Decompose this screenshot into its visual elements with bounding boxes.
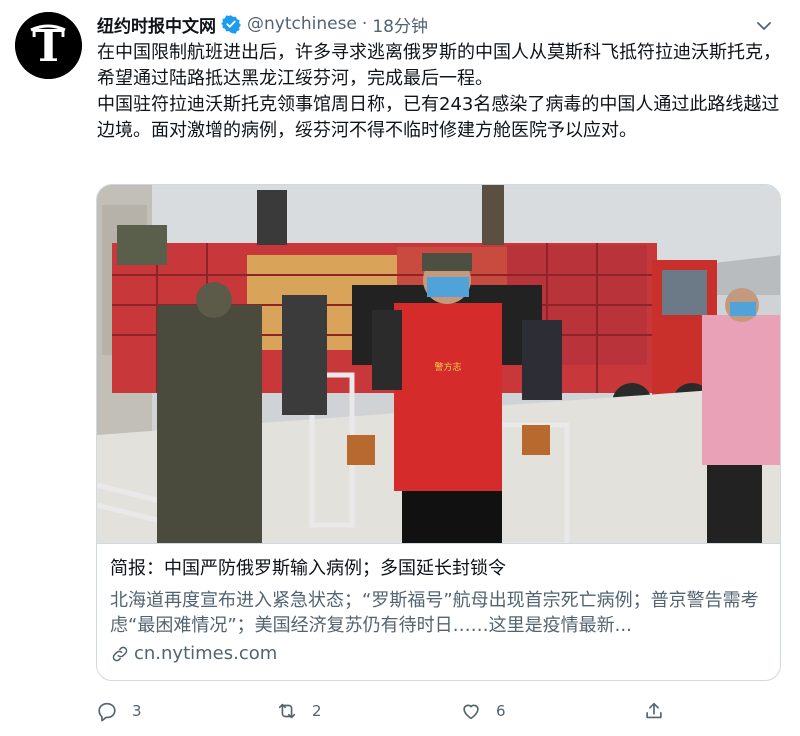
display-name[interactable]: 纽约时报中文网 [97, 12, 216, 37]
tweet-header: 纽约时报中文网 @nytchinese · 18分钟 [97, 10, 784, 38]
link-card[interactable]: 警方志 简报：中国严防俄罗斯输入病例；多国延长封锁令 北海道再度宣布进入紧急状态… [96, 184, 781, 681]
reply-icon [98, 702, 116, 722]
share-button[interactable] [643, 697, 665, 725]
link-icon [112, 646, 128, 661]
card-link-url[interactable]: cn.nytimes.com [134, 643, 277, 664]
vest-text: 警方志 [434, 361, 461, 373]
like-count: 6 [496, 702, 506, 720]
card-description: 北海道再度宣布进入紧急状态；“罗斯福号”航母出现首宗死亡病例；普京警告需考虑“最… [110, 590, 759, 636]
card-divider [97, 543, 780, 544]
tweet-actions: 3 2 6 [96, 697, 676, 725]
retweet-button[interactable]: 2 [276, 697, 322, 725]
nyt-logo-icon: T [15, 12, 82, 79]
tweet-text: 在中国限制航班进出后，许多寻求逃离俄罗斯的中国人从莫斯科飞抵符拉迪沃斯托克，希望… [97, 42, 781, 141]
timestamp[interactable]: 18分钟 [372, 12, 428, 37]
verified-badge-icon [221, 15, 241, 34]
chevron-down-icon[interactable] [752, 14, 776, 38]
reply-count: 3 [132, 702, 142, 720]
reply-button[interactable]: 3 [96, 697, 142, 725]
user-handle[interactable]: @nytchinese [247, 14, 357, 34]
separator-dot: · [361, 14, 368, 34]
retweet-count: 2 [312, 702, 322, 720]
heart-icon [463, 704, 479, 720]
like-button[interactable]: 6 [460, 697, 506, 725]
card-image[interactable]: 警方志 [97, 185, 781, 543]
card-link-row[interactable]: cn.nytimes.com [110, 643, 277, 664]
card-title[interactable]: 简报：中国严防俄罗斯输入病例；多国延长封锁令 [110, 557, 770, 581]
share-icon [646, 702, 662, 719]
retweet-icon [278, 703, 296, 719]
avatar[interactable]: T [15, 12, 82, 79]
